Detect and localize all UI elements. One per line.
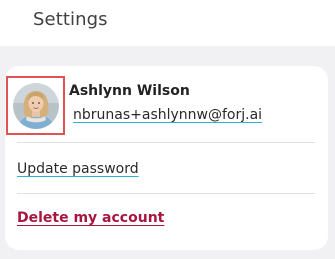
avatar[interactable] bbox=[12, 82, 59, 129]
update-password-link[interactable]: Update password bbox=[17, 161, 139, 177]
divider bbox=[17, 193, 315, 194]
avatar-highlight[interactable] bbox=[6, 76, 65, 135]
account-card: Ashlynn Wilson nbrunas+ashlynnw@forj.ai … bbox=[5, 66, 328, 250]
delete-account-link[interactable]: Delete my account bbox=[17, 210, 164, 226]
header: Settings bbox=[0, 0, 335, 46]
user-name: Ashlynn Wilson bbox=[69, 83, 190, 99]
user-email-link[interactable]: nbrunas+ashlynnw@forj.ai bbox=[73, 107, 262, 123]
settings-page: Settings Ashlynn Wilson nbrunas+ashlynnw… bbox=[0, 0, 335, 259]
divider bbox=[17, 142, 315, 143]
page-title: Settings bbox=[33, 9, 108, 30]
